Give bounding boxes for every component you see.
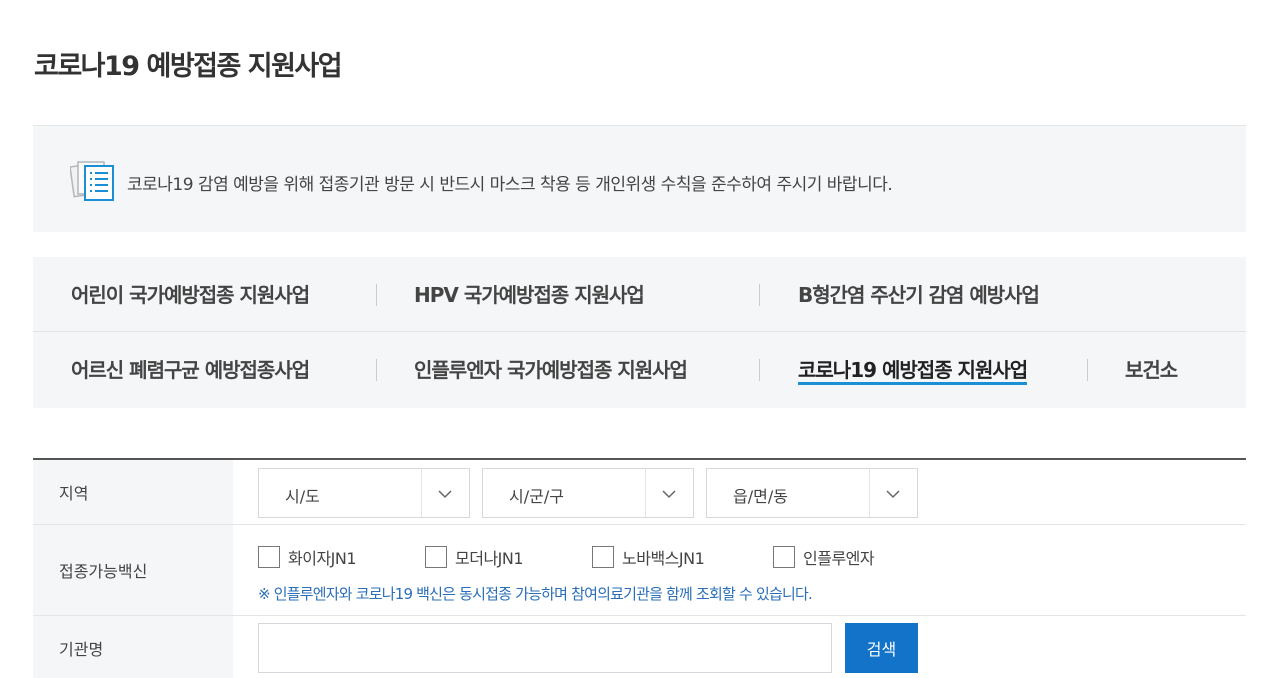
checkbox[interactable] [592, 546, 614, 568]
vaccine-note: ※ 인플루엔자와 코로나19 백신은 동시접종 가능하며 참여의료기관을 함께 … [258, 585, 813, 603]
region-row: 지역 시/도 시/군/구 읍/면/동 [33, 460, 1246, 525]
institution-name-input[interactable] [258, 623, 832, 673]
vaccine-row: 접종가능백신 화이자JN1 모더나JN1 노바백스JN1 인플루엔자 ※ 인플루… [33, 525, 1246, 616]
town-select-value: 읍/면/동 [733, 487, 788, 506]
city-select-value: 시/군/구 [509, 487, 564, 506]
vaccine-checkbox-influenza[interactable]: 인플루엔자 [773, 545, 875, 569]
checkbox[interactable] [425, 546, 447, 568]
tab-divider [759, 284, 760, 306]
tab-child-vaccination[interactable]: 어린이 국가예방접종 지원사업 [71, 282, 310, 308]
vaccine-checkbox-pfizer[interactable]: 화이자JN1 [258, 545, 357, 569]
chevron-down-icon [438, 490, 452, 499]
page-title: 코로나19 예방접종 지원사업 [34, 51, 343, 82]
search-form: 지역 시/도 시/군/구 읍/면/동 접종가능백신 화이자JN1 모더나JN1 [33, 458, 1246, 678]
institution-label: 기관명 [33, 616, 233, 678]
region-label: 지역 [33, 460, 233, 524]
institution-row: 기관명 검색 [33, 616, 1246, 678]
vaccine-option-label: 모더나JN1 [455, 549, 524, 568]
vaccine-option-label: 화이자JN1 [288, 549, 357, 568]
province-select[interactable]: 시/도 [258, 468, 470, 518]
notice-text: 코로나19 감염 예방을 위해 접종기관 방문 시 반드시 마스크 착용 등 개… [127, 175, 893, 195]
vaccine-option-label: 노바백스JN1 [622, 549, 705, 568]
tab-divider [759, 359, 760, 381]
tab-influenza[interactable]: 인플루엔자 국가예방접종 지원사업 [414, 357, 688, 383]
checkbox[interactable] [258, 546, 280, 568]
tab-hpv-vaccination[interactable]: HPV 국가예방접종 지원사업 [414, 282, 645, 308]
province-select-value: 시/도 [285, 487, 320, 506]
tab-hepatitis-b[interactable]: B형간염 주산기 감염 예방사업 [798, 282, 1040, 308]
tab-pneumococcal[interactable]: 어르신 폐렴구균 예방접종사업 [71, 357, 310, 383]
chevron-down-icon [662, 490, 676, 499]
vaccine-label: 접종가능백신 [33, 525, 233, 615]
tab-divider [376, 284, 377, 306]
document-icon [70, 161, 114, 201]
vaccine-option-label: 인플루엔자 [803, 549, 875, 568]
checkbox[interactable] [773, 546, 795, 568]
notice-box: 코로나19 감염 예방을 위해 접종기관 방문 시 반드시 마스크 착용 등 개… [33, 125, 1246, 232]
tab-covid19[interactable]: 코로나19 예방접종 지원사업 [798, 357, 1028, 385]
chevron-down-icon [886, 490, 900, 499]
tab-row-2: 어르신 폐렴구균 예방접종사업 인플루엔자 국가예방접종 지원사업 코로나19 … [33, 332, 1246, 407]
tab-row-1: 어린이 국가예방접종 지원사업 HPV 국가예방접종 지원사업 B형간염 주산기… [33, 257, 1246, 332]
search-button[interactable]: 검색 [845, 623, 918, 673]
tab-divider [376, 359, 377, 381]
city-select[interactable]: 시/군/구 [482, 468, 694, 518]
tab-divider [1087, 359, 1088, 381]
vaccine-checkbox-novavax[interactable]: 노바백스JN1 [592, 545, 705, 569]
town-select[interactable]: 읍/면/동 [706, 468, 918, 518]
tab-health-center[interactable]: 보건소 [1125, 357, 1178, 383]
program-tabs: 어린이 국가예방접종 지원사업 HPV 국가예방접종 지원사업 B형간염 주산기… [33, 257, 1246, 408]
vaccine-checkbox-moderna[interactable]: 모더나JN1 [425, 545, 524, 569]
